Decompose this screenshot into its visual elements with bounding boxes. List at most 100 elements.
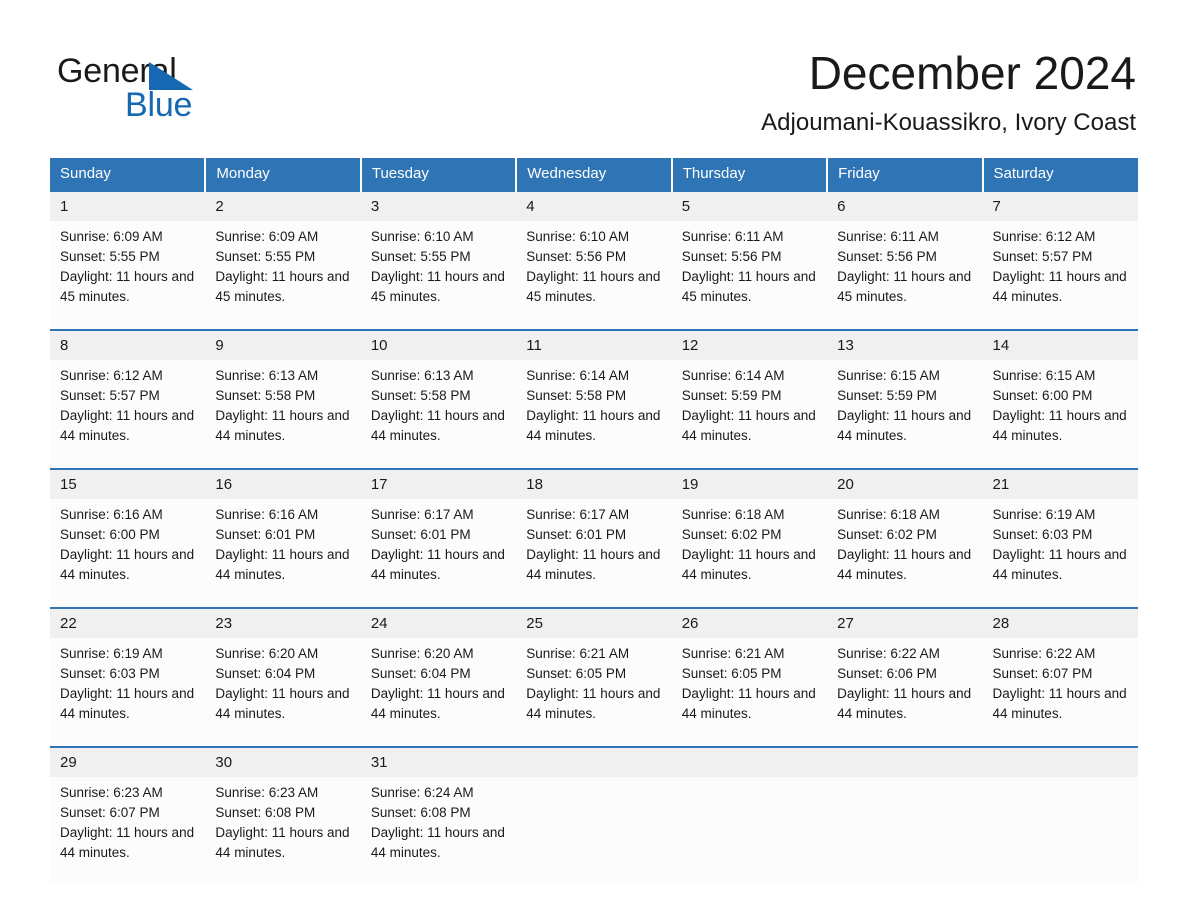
day-cell[interactable]: Sunrise: 6:22 AM Sunset: 6:07 PM Dayligh… (982, 638, 1138, 747)
day-cell[interactable]: Sunrise: 6:10 AM Sunset: 5:56 PM Dayligh… (516, 221, 672, 330)
weekday-header-thursday: Thursday (671, 158, 829, 191)
sunrise-text: Sunrise: 6:17 AM (370, 507, 474, 522)
sunrise-text: Sunrise: 6:09 AM (60, 229, 163, 244)
sunset-text: Sunset: 5:56 PM (837, 249, 937, 264)
daylight-text: Daylight: 11 hours and 44 minutes. (681, 547, 816, 582)
calendar-header-row: Sunday Monday Tuesday Wednesday Thursday… (50, 158, 1138, 191)
daylight-text: Daylight: 11 hours and 45 minutes. (526, 269, 661, 304)
day-number: 18 (516, 468, 672, 499)
daylight-text: Daylight: 11 hours and 45 minutes. (215, 269, 350, 304)
sunrise-text: Sunrise: 6:24 AM (370, 785, 474, 800)
day-cell[interactable]: Sunrise: 6:16 AM Sunset: 6:01 PM Dayligh… (205, 499, 361, 608)
day-number: 20 (827, 468, 983, 499)
day-cell[interactable]: Sunrise: 6:13 AM Sunset: 5:58 PM Dayligh… (360, 360, 517, 469)
sunset-text: Sunset: 6:03 PM (992, 527, 1093, 542)
day-number: 3 (360, 190, 517, 221)
day-cell[interactable]: Sunrise: 6:22 AM Sunset: 6:06 PM Dayligh… (827, 638, 983, 747)
page-header: General Blue December 2024 Adjoumani-Kou… (0, 0, 1188, 150)
daylight-text: Daylight: 11 hours and 44 minutes. (837, 547, 972, 582)
daylight-text: Daylight: 11 hours and 45 minutes. (370, 269, 505, 304)
sunrise-text: Sunrise: 6:20 AM (215, 646, 319, 661)
day-number: 9 (205, 329, 361, 360)
day-cell[interactable]: Sunrise: 6:12 AM Sunset: 5:57 PM Dayligh… (982, 221, 1138, 330)
sunset-text: Sunset: 6:00 PM (60, 527, 160, 542)
day-cell[interactable]: Sunrise: 6:15 AM Sunset: 6:00 PM Dayligh… (982, 360, 1138, 469)
day-cell[interactable]: Sunrise: 6:18 AM Sunset: 6:02 PM Dayligh… (827, 499, 983, 608)
sunrise-text: Sunrise: 6:10 AM (370, 229, 474, 244)
day-cell[interactable]: Sunrise: 6:16 AM Sunset: 6:00 PM Dayligh… (50, 499, 206, 608)
day-cell[interactable]: Sunrise: 6:14 AM Sunset: 5:59 PM Dayligh… (671, 360, 828, 469)
sunset-text: Sunset: 6:02 PM (681, 527, 782, 542)
day-cell[interactable]: Sunrise: 6:12 AM Sunset: 5:57 PM Dayligh… (50, 360, 206, 469)
daylight-text: Daylight: 11 hours and 44 minutes. (837, 408, 972, 443)
day-cell[interactable]: Sunrise: 6:20 AM Sunset: 6:04 PM Dayligh… (205, 638, 361, 747)
sunrise-text: Sunrise: 6:22 AM (837, 646, 940, 661)
sunrise-text: Sunrise: 6:12 AM (992, 229, 1096, 244)
day-cell[interactable]: Sunrise: 6:21 AM Sunset: 6:05 PM Dayligh… (516, 638, 672, 747)
day-cell[interactable]: Sunrise: 6:20 AM Sunset: 6:04 PM Dayligh… (360, 638, 517, 747)
sunset-text: Sunset: 5:55 PM (60, 249, 160, 264)
sunrise-text: Sunrise: 6:18 AM (837, 507, 940, 522)
sunrise-text: Sunrise: 6:11 AM (837, 229, 939, 244)
daylight-text: Daylight: 11 hours and 44 minutes. (681, 408, 816, 443)
sunset-text: Sunset: 6:07 PM (992, 666, 1093, 681)
day-number: 22 (50, 607, 206, 638)
sunrise-text: Sunrise: 6:19 AM (60, 646, 163, 661)
day-number: 27 (827, 607, 983, 638)
daylight-text: Daylight: 11 hours and 44 minutes. (370, 408, 505, 443)
sunrise-text: Sunrise: 6:14 AM (526, 368, 630, 383)
day-cell[interactable]: Sunrise: 6:10 AM Sunset: 5:55 PM Dayligh… (360, 221, 517, 330)
sunrise-text: Sunrise: 6:21 AM (526, 646, 630, 661)
day-number: 24 (360, 607, 517, 638)
day-cell[interactable]: Sunrise: 6:11 AM Sunset: 5:56 PM Dayligh… (827, 221, 983, 330)
day-number: 2 (205, 190, 361, 221)
day-cell[interactable]: Sunrise: 6:23 AM Sunset: 6:08 PM Dayligh… (205, 777, 361, 885)
weekday-header-saturday: Saturday (982, 158, 1138, 191)
day-number: 23 (205, 607, 361, 638)
day-number: 19 (671, 468, 828, 499)
weekday-header-wednesday: Wednesday (516, 158, 673, 191)
day-cell[interactable]: Sunrise: 6:17 AM Sunset: 6:01 PM Dayligh… (516, 499, 672, 608)
day-cell-empty (982, 777, 1138, 885)
day-cell[interactable]: Sunrise: 6:24 AM Sunset: 6:08 PM Dayligh… (360, 777, 517, 885)
sunset-text: Sunset: 6:08 PM (215, 805, 316, 820)
sunset-text: Sunset: 5:58 PM (526, 388, 627, 403)
day-cell[interactable]: Sunrise: 6:13 AM Sunset: 5:58 PM Dayligh… (205, 360, 361, 469)
day-cell[interactable]: Sunrise: 6:14 AM Sunset: 5:58 PM Dayligh… (516, 360, 672, 469)
day-cell[interactable]: Sunrise: 6:15 AM Sunset: 5:59 PM Dayligh… (827, 360, 983, 469)
day-number: 6 (827, 190, 983, 221)
day-cell[interactable]: Sunrise: 6:19 AM Sunset: 6:03 PM Dayligh… (982, 499, 1138, 608)
generalblue-logo[interactable]: General Blue (57, 52, 257, 128)
daylight-text: Daylight: 11 hours and 44 minutes. (60, 686, 195, 721)
daylight-text: Daylight: 11 hours and 44 minutes. (60, 408, 195, 443)
day-cell[interactable]: Sunrise: 6:23 AM Sunset: 6:07 PM Dayligh… (50, 777, 206, 885)
day-number: 12 (671, 329, 828, 360)
day-cell[interactable]: Sunrise: 6:21 AM Sunset: 6:05 PM Dayligh… (671, 638, 828, 747)
day-cell[interactable]: Sunrise: 6:11 AM Sunset: 5:56 PM Dayligh… (671, 221, 828, 330)
day-cell[interactable]: Sunrise: 6:09 AM Sunset: 5:55 PM Dayligh… (50, 221, 206, 330)
day-number: 1 (50, 190, 206, 221)
location-subtitle: Adjoumani-Kouassikro, Ivory Coast (761, 109, 1136, 136)
day-cell-empty (516, 777, 672, 885)
week-detail-row: Sunrise: 6:16 AM Sunset: 6:00 PM Dayligh… (50, 499, 1138, 608)
daylight-text: Daylight: 11 hours and 44 minutes. (992, 547, 1127, 582)
day-number: 14 (982, 329, 1138, 360)
sunset-text: Sunset: 6:04 PM (370, 666, 471, 681)
daylight-text: Daylight: 11 hours and 44 minutes. (526, 408, 661, 443)
day-number: 31 (360, 746, 517, 777)
day-cell[interactable]: Sunrise: 6:09 AM Sunset: 5:55 PM Dayligh… (205, 221, 361, 330)
daylight-text: Daylight: 11 hours and 45 minutes. (60, 269, 195, 304)
sunrise-text: Sunrise: 6:21 AM (681, 646, 785, 661)
day-number-empty (671, 746, 828, 777)
day-cell[interactable]: Sunrise: 6:17 AM Sunset: 6:01 PM Dayligh… (360, 499, 517, 608)
week-detail-row: Sunrise: 6:19 AM Sunset: 6:03 PM Dayligh… (50, 638, 1138, 747)
weekday-header-monday: Monday (205, 158, 362, 191)
day-cell[interactable]: Sunrise: 6:19 AM Sunset: 6:03 PM Dayligh… (50, 638, 206, 747)
day-cell[interactable]: Sunrise: 6:18 AM Sunset: 6:02 PM Dayligh… (671, 499, 828, 608)
sunrise-text: Sunrise: 6:16 AM (60, 507, 163, 522)
sunset-text: Sunset: 6:00 PM (992, 388, 1093, 403)
sunrise-text: Sunrise: 6:09 AM (215, 229, 319, 244)
sunrise-text: Sunrise: 6:11 AM (681, 229, 784, 244)
calendar-body: 1 2 3 4 5 6 7 Sunrise: 6:09 AM Sunset: 5… (50, 190, 1138, 885)
daylight-text: Daylight: 11 hours and 45 minutes. (837, 269, 972, 304)
